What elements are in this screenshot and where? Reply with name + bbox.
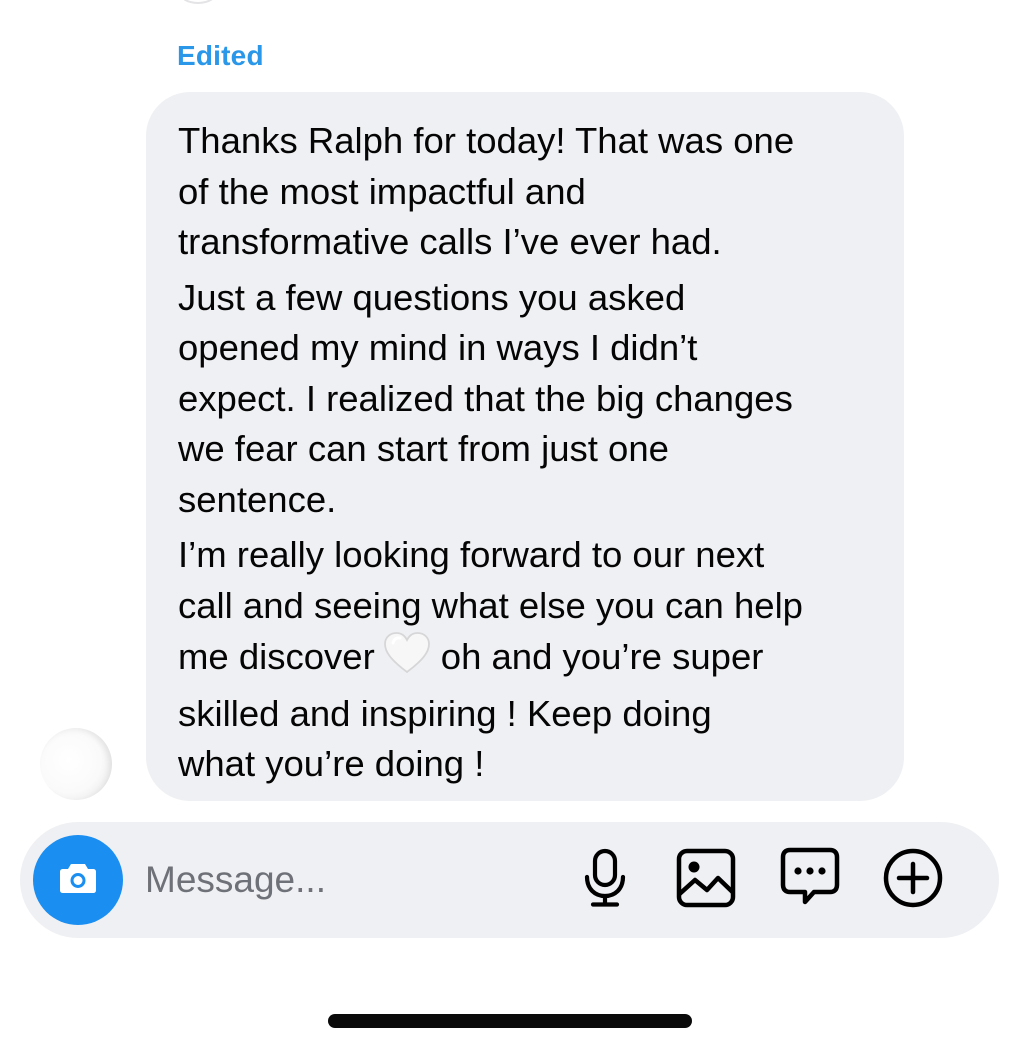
gallery-button[interactable] (674, 848, 738, 912)
message-bubble[interactable]: Thanks Ralph for today! That was one of … (146, 92, 904, 801)
message-line: what you’re doing ! (178, 743, 485, 784)
message-line: me discover (178, 636, 375, 677)
message-line: call and seeing what else you can help (178, 584, 803, 626)
message-line: oh and you’re super (440, 636, 764, 677)
camera-icon (58, 861, 98, 900)
message-composer (20, 822, 999, 938)
message-line: Just a few questions you asked (178, 276, 686, 318)
message-line: opened my mind in ways I didn’t (178, 327, 698, 368)
message-line: transformative calls I’ve ever had. (178, 221, 722, 262)
message-paragraph-3: I’m really looking forward to our next c… (178, 530, 884, 790)
microphone-icon (581, 847, 629, 914)
sender-avatar[interactable] (40, 728, 112, 800)
edited-label: Edited (177, 40, 264, 71)
message-paragraph-2: Just a few questions you asked opened my… (178, 273, 884, 526)
message-line: we fear can start from just one (178, 428, 669, 469)
sticker-chat-icon (780, 847, 840, 914)
message-line: I’m really looking forward to our next (178, 534, 765, 575)
add-icon (882, 847, 944, 914)
home-indicator[interactable] (328, 1014, 692, 1028)
message-line: Thanks Ralph for today! That was one (178, 120, 795, 161)
gallery-icon (676, 848, 736, 913)
message-input[interactable] (145, 850, 565, 910)
microphone-button[interactable] (573, 848, 637, 912)
message-line: sentence. (178, 478, 337, 520)
add-button[interactable] (881, 848, 945, 912)
message-paragraph-1: Thanks Ralph for today! That was one of … (178, 116, 884, 268)
message-line: expect. I realized that the big changes (178, 377, 793, 419)
message-line: of the most impactful and (178, 170, 586, 212)
white-heart-icon (383, 631, 431, 689)
previous-avatar-edge (178, 0, 218, 4)
message-line: skilled and inspiring ! Keep doing (178, 692, 712, 734)
sticker-chat-button[interactable] (778, 847, 842, 914)
camera-button[interactable] (33, 835, 123, 925)
